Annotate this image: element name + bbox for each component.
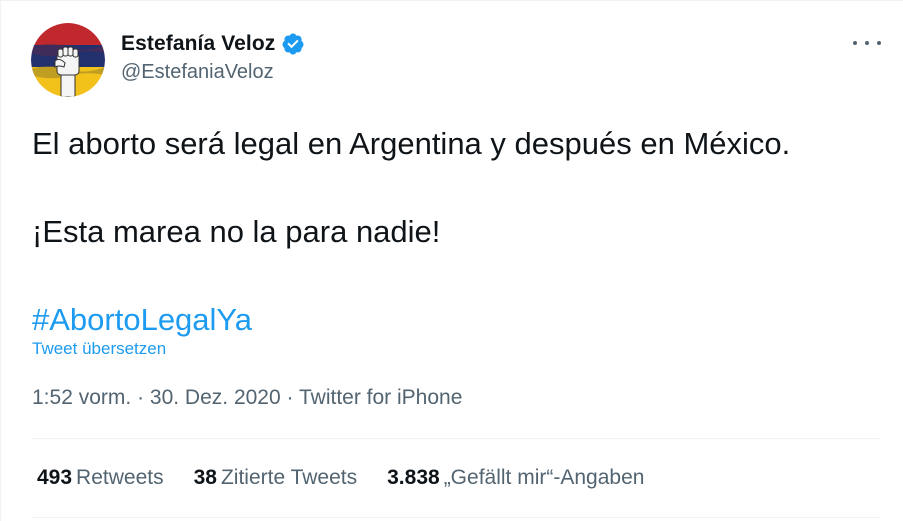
more-dot	[853, 41, 857, 45]
retweets-count: 493	[37, 466, 73, 489]
quotes-label: Zitierte Tweets	[220, 466, 358, 489]
more-dot	[865, 41, 869, 45]
quotes-count: 38	[193, 466, 217, 489]
divider	[32, 517, 881, 518]
display-name[interactable]: Estefanía Veloz	[121, 32, 275, 56]
more-dot	[877, 41, 881, 45]
avatar[interactable]	[31, 23, 105, 97]
raised-fist-icon	[31, 23, 105, 97]
likes-stat[interactable]: 3.838 „Gefällt mir“-Angaben	[387, 466, 644, 490]
meta-separator: ·	[137, 386, 145, 409]
tweet-stats: 493 Retweets 38 Zitierte Tweets 3.838 „Gefä…	[37, 466, 674, 490]
tweet-card: Estefanía Veloz @EstefaniaVeloz El abort…	[0, 0, 903, 521]
tweet-line-2: ¡Esta marea no la para nadie!	[32, 214, 441, 249]
tweet-line-1: El aborto será legal en Argentina y desp…	[32, 126, 791, 161]
likes-count: 3.838	[387, 466, 440, 489]
tweet-date[interactable]: 30. Dez. 2020	[150, 386, 281, 409]
tweet-time[interactable]: 1:52 vorm.	[32, 386, 131, 409]
likes-label: „Gefällt mir“-Angaben	[443, 466, 645, 489]
quotes-stat[interactable]: 38 Zitierte Tweets	[194, 466, 358, 490]
tweet-header: Estefanía Veloz @EstefaniaVeloz	[31, 23, 305, 97]
user-info: Estefanía Veloz @EstefaniaVeloz	[121, 29, 305, 84]
tweet-text: El aborto será legal en Argentina y desp…	[32, 121, 882, 343]
tweet-source[interactable]: Twitter for iPhone	[299, 386, 462, 409]
retweets-label: Retweets	[76, 466, 164, 489]
user-handle[interactable]: @EstefaniaVeloz	[121, 61, 305, 84]
tweet-meta: 1:52 vorm. · 30. Dez. 2020 · Twitter for…	[32, 386, 462, 410]
divider	[32, 438, 881, 439]
verified-badge-icon	[281, 32, 305, 56]
name-row: Estefanía Veloz	[121, 29, 305, 59]
translate-tweet-link[interactable]: Tweet übersetzen	[32, 339, 166, 359]
meta-separator: ·	[286, 386, 294, 409]
more-options-icon[interactable]	[853, 35, 881, 51]
hashtag-link[interactable]: #AbortoLegalYa	[32, 302, 252, 337]
retweets-stat[interactable]: 493 Retweets	[37, 466, 164, 490]
